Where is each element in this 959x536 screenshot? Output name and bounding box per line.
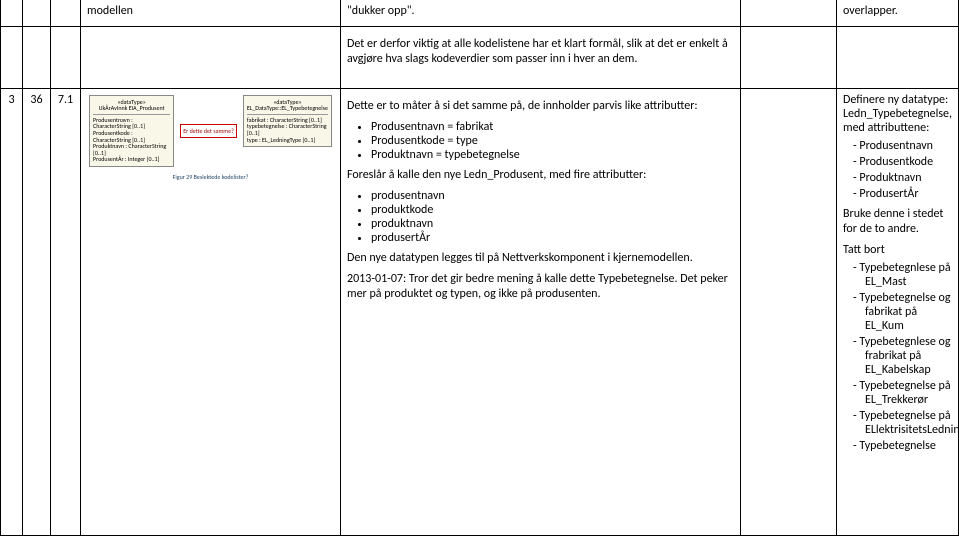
paragraph: Den nye datatypen legges til på Nettverk… xyxy=(347,251,734,266)
cell xyxy=(837,27,959,88)
document-table: modellen "dukker opp". overlapper. Det e… xyxy=(0,0,959,536)
cell xyxy=(23,27,51,88)
uml-title: «dataType» UkÅrAvInnk EIA_Produsent xyxy=(93,99,170,112)
dash-list: Produsentnavn Produsentkode Produktnavn … xyxy=(853,139,952,201)
cell-desc: Det er derfor viktig at alle kodelistene… xyxy=(341,27,741,88)
paragraph: Bruke denne i stedet for de to andre. xyxy=(843,207,952,237)
list-item: produktnavn xyxy=(371,217,734,231)
paragraph: 2013-01-07: Tror det gir bedre mening å … xyxy=(347,272,734,302)
cell-title: modellen xyxy=(81,0,341,27)
bullet-list: Produsentnavn = fabrikat Produsentkode =… xyxy=(371,120,734,162)
uml-attr: typebetegnelse : CharacterString [0..1] xyxy=(247,123,328,136)
text: "dukker opp". xyxy=(347,4,415,18)
list-item: Typebetegnelse på EL_Trekkerør xyxy=(853,379,952,407)
list-item: Produsentkode = type xyxy=(371,134,734,148)
cell xyxy=(51,27,81,88)
cell-note: Definere ny datatype: Ledn_Typebetegnels… xyxy=(837,88,959,535)
cell-num1 xyxy=(1,0,23,27)
list-item: ProdusertÅr xyxy=(853,187,952,201)
cell-note: overlapper. xyxy=(837,0,959,27)
list-item: Produktnavn xyxy=(853,171,952,185)
table-row: 3 36 7.1 «dataType» UkÅrAvInnk EIA_Produ… xyxy=(1,88,959,535)
cell-num2: 36 xyxy=(23,88,51,535)
text: overlapper. xyxy=(843,4,898,18)
text: 3 xyxy=(8,93,14,107)
cell-desc: "dukker opp". xyxy=(341,0,741,27)
dash-list: Typebetegnlese på EL_Mast Typebetegnelse… xyxy=(853,261,952,453)
figure-caption: Figur 29 Beslektede kodelister? xyxy=(87,173,334,181)
uml-attr: type : EL_LedningType [0..1] xyxy=(247,137,328,144)
text: 7.1 xyxy=(58,93,73,107)
paragraph: Det er derfor viktig at alle kodelistene… xyxy=(347,37,734,67)
list-item: Typebetegnelse på ELlektrisitetsLedning xyxy=(853,409,952,437)
list-item: Produktnavn = typebetegnelse xyxy=(371,148,734,162)
paragraph: Tatt bort xyxy=(843,243,952,257)
list-item: Typebetegnlese på EL_Mast xyxy=(853,261,952,289)
paragraph: Dette er to måter å si det samme på, de … xyxy=(347,99,734,114)
list-item: Produsentnavn = fabrikat xyxy=(371,120,734,134)
list-item: Produsentnavn xyxy=(853,139,952,153)
list-item: Typebetegnelse xyxy=(853,439,952,453)
uml-figure: «dataType» UkÅrAvInnk EIA_Produsent Prod… xyxy=(87,93,334,181)
list-item: Typebetegnelse og fabrikat på EL_Kum xyxy=(853,291,952,333)
cell xyxy=(1,27,23,88)
cell-figure: «dataType» UkÅrAvInnk EIA_Produsent Prod… xyxy=(81,88,341,535)
cell-empty xyxy=(741,0,837,27)
uml-class-left: «dataType» UkÅrAvInnk EIA_Produsent Prod… xyxy=(89,95,174,167)
cell xyxy=(81,27,341,88)
cell-num2 xyxy=(23,0,51,27)
bullet-list: produsentnavn produktkode produktnavn pr… xyxy=(371,189,734,245)
cell-num3: 7.1 xyxy=(51,88,81,535)
paragraph: Foreslår å kalle den nye Ledn_Produsent,… xyxy=(347,168,734,183)
uml-title: «dataType» EL_DataType::EL_Typebetegnels… xyxy=(247,99,328,112)
list-item: produktkode xyxy=(371,203,734,217)
table-row: Det er derfor viktig at alle kodelistene… xyxy=(1,27,959,88)
cell-desc: Dette er to måter å si det samme på, de … xyxy=(341,88,741,535)
list-item: produsentnavn xyxy=(371,189,734,203)
paragraph: Definere ny datatype: Ledn_Typebetegnels… xyxy=(843,93,952,135)
list-item: Produsentkode xyxy=(853,155,952,169)
text: modellen xyxy=(87,4,133,18)
uml-attr: ProdusentÅr : Integer [0..1] xyxy=(93,156,170,163)
uml-note: Er dette det samme? xyxy=(180,124,237,138)
uml-class-right: «dataType» EL_DataType::EL_Typebetegnels… xyxy=(243,95,332,148)
text: 36 xyxy=(30,93,42,107)
cell xyxy=(741,27,837,88)
table-row: modellen "dukker opp". overlapper. xyxy=(1,0,959,27)
list-item: Typebetegnlese og frabrikat på EL_Kabels… xyxy=(853,335,952,377)
cell-empty xyxy=(741,88,837,535)
cell-num1: 3 xyxy=(1,88,23,535)
cell-num3 xyxy=(51,0,81,27)
list-item: produsertÅr xyxy=(371,231,734,245)
